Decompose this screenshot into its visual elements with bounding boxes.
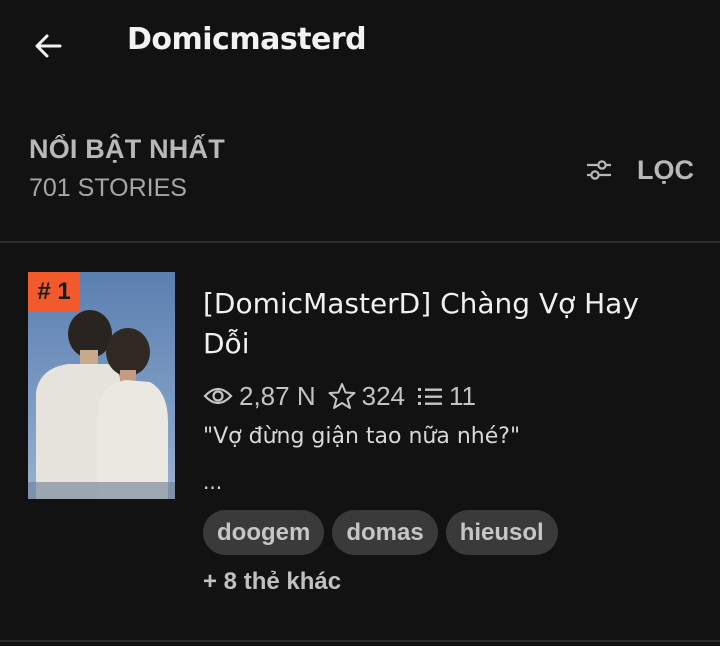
votes-stat: 324	[328, 381, 405, 412]
story-count: 701 STORIES	[29, 174, 187, 202]
eye-icon	[203, 387, 233, 405]
story-stats: 2,87 N 324 11	[203, 378, 488, 414]
app-bar: Domicmasterd	[0, 0, 720, 92]
description-ellipsis: ...	[203, 470, 223, 494]
tag-chip[interactable]: domas	[332, 510, 438, 555]
story-description: "Vợ đừng giận tao nữa nhé?"	[203, 424, 521, 449]
more-tags-link[interactable]: + 8 thẻ khác	[203, 568, 341, 596]
filter-button[interactable]: LỌC	[585, 150, 694, 190]
divider	[0, 241, 720, 243]
reads-stat: 2,87 N	[203, 381, 316, 412]
story-card[interactable]: # 1 [DomicMasterD] Chàng Vợ Hay Dỗi 2,87…	[0, 244, 720, 640]
parts-stat: 11	[417, 381, 476, 412]
sliders-icon	[585, 156, 613, 184]
story-title[interactable]: [DomicMasterD] Chàng Vợ Hay Dỗi	[203, 284, 693, 364]
parts-count: 11	[449, 380, 476, 411]
filter-label: LỌC	[637, 154, 694, 185]
tag-chip[interactable]: hieusol	[445, 510, 558, 555]
arrow-left-icon	[35, 34, 62, 58]
list-icon	[418, 388, 442, 405]
reads-count: 2,87 N	[239, 380, 316, 411]
tag-chip[interactable]: doogem	[203, 510, 325, 555]
section-header: NỔI BẬT NHẤT 701 STORIES LỌC	[0, 120, 720, 240]
section-title: NỔI BẬT NHẤT	[29, 134, 225, 164]
back-button[interactable]	[26, 24, 70, 68]
rank-badge: # 1	[28, 272, 80, 312]
star-icon	[328, 383, 356, 409]
app-title: Domicmasterd	[127, 22, 367, 57]
tag-list: doogem domas hieusol	[203, 510, 566, 555]
story-cover[interactable]: # 1	[28, 272, 175, 499]
votes-count: 324	[361, 380, 405, 411]
divider	[0, 640, 720, 642]
